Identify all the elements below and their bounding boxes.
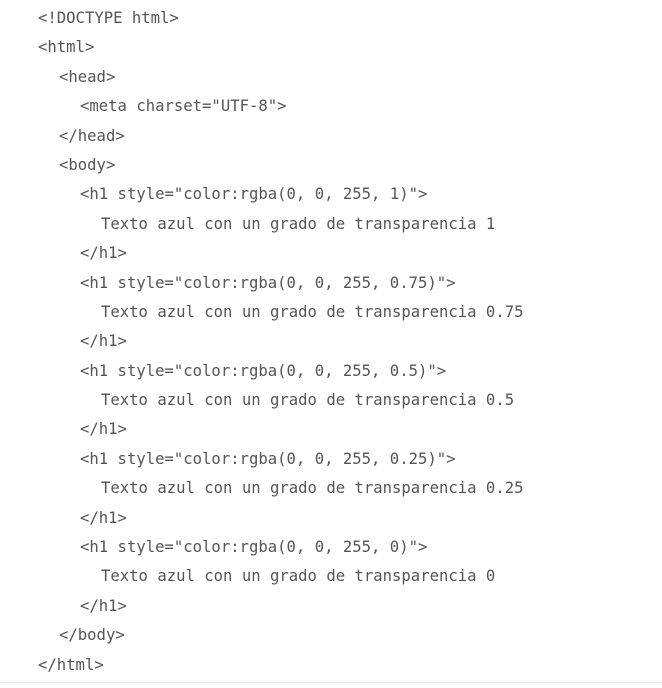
code-line-h1-open: <h1 style="color:rgba(0, 0, 255, 0.5)"> [80,361,447,380]
code-line-head-open: <head> [59,67,116,86]
code-line-html-close: </html> [38,655,104,674]
code-line-h1-close: </h1> [80,420,127,439]
code-line-doctype: <!DOCTYPE html> [38,9,179,27]
code-line-text: Texto azul con un grado de transparencia… [101,302,524,321]
code-line-h1-open: <h1 style="color:rgba(0, 0, 255, 0.75)"> [80,273,456,292]
code-block: <!DOCTYPE html> <html> <head> <meta char… [0,0,662,680]
code-line-body-open: <body> [59,155,116,174]
code-line-html-open: <html> [38,38,95,57]
code-line-text: Texto azul con un grado de transparencia… [101,567,496,586]
code-line-meta: <meta charset="UTF-8"> [80,97,287,116]
code-line-h1-close: </h1> [80,596,127,615]
code-line-h1-open: <h1 style="color:rgba(0, 0, 255, 1)"> [80,185,428,204]
code-line-head-close: </head> [59,126,125,145]
code-line-body-close: </body> [59,626,125,645]
code-lines: <!DOCTYPE html> <html> <head> <meta char… [38,4,523,680]
divider [0,682,662,683]
code-line-h1-close: </h1> [80,332,127,351]
code-line-h1-open: <h1 style="color:rgba(0, 0, 255, 0)"> [80,538,428,557]
code-line-h1-open: <h1 style="color:rgba(0, 0, 255, 0.25)"> [80,449,456,468]
code-line-text: Texto azul con un grado de transparencia… [101,391,515,410]
code-line-h1-close: </h1> [80,244,127,263]
code-line-h1-close: </h1> [80,508,127,527]
code-line-text: Texto azul con un grado de transparencia… [101,214,496,233]
code-line-text: Texto azul con un grado de transparencia… [101,479,524,498]
